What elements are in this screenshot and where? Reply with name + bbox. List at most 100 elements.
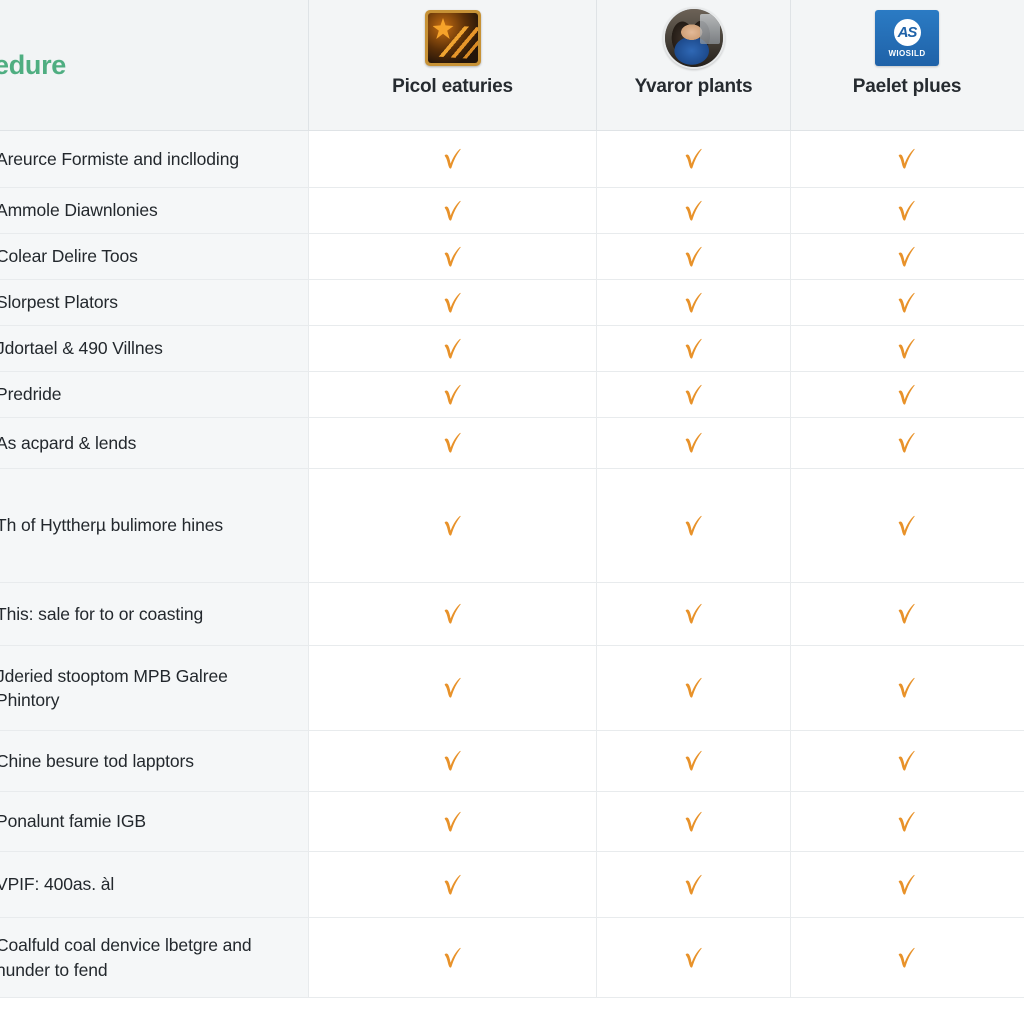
row-label-cell: Coalfuld coal denvice lbetgre and hunder… — [0, 918, 308, 997]
check-mark-icon — [685, 148, 702, 169]
feature-cell — [308, 234, 596, 279]
feature-cell — [790, 469, 1023, 582]
check-mark-icon — [898, 246, 915, 267]
table-row: Colear Delire Toos — [0, 234, 1024, 280]
feature-cell — [308, 188, 596, 233]
column-header-label-1: Picol eaturies — [392, 76, 513, 97]
feature-cell — [308, 326, 596, 371]
feature-cell — [596, 469, 790, 582]
feature-cell — [308, 418, 596, 468]
feature-cell — [790, 731, 1023, 791]
check-mark-icon — [444, 515, 461, 536]
row-label-cell: This: sale for to or coasting — [0, 583, 308, 645]
feature-cell — [308, 852, 596, 917]
check-mark-icon — [685, 292, 702, 313]
feature-cell — [596, 131, 790, 187]
feature-cell — [308, 469, 596, 582]
row-label-cell: Colear Delire Toos — [0, 234, 308, 279]
check-mark-icon — [444, 292, 461, 313]
feature-cell — [596, 792, 790, 851]
check-mark-icon — [685, 338, 702, 359]
table-row: As acpard & lends — [0, 418, 1024, 469]
feature-cell — [790, 646, 1023, 730]
table-row: Ammole Diawnlonies — [0, 188, 1024, 234]
feature-cell — [790, 234, 1023, 279]
check-mark-icon — [685, 677, 702, 698]
check-mark-icon — [898, 432, 915, 453]
feature-cell — [308, 918, 596, 997]
check-mark-icon — [444, 603, 461, 624]
check-mark-icon — [685, 874, 702, 895]
check-mark-icon — [898, 384, 915, 405]
header-cell-column-1[interactable]: Picol eaturies — [308, 0, 596, 130]
brand-logo-monogram: AS — [893, 18, 921, 46]
row-label: Colear Delire Toos — [0, 246, 138, 267]
table-row: Ponalunt famie IGB — [0, 792, 1024, 852]
check-mark-icon — [685, 432, 702, 453]
feature-cell — [596, 852, 790, 917]
feature-cell — [790, 131, 1023, 187]
feature-cell — [596, 918, 790, 997]
person-avatar-icon — [662, 6, 726, 70]
feature-cell — [308, 731, 596, 791]
feature-cell — [790, 792, 1023, 851]
check-mark-icon — [444, 338, 461, 359]
table-row: VPIF: 400as. àl — [0, 852, 1024, 918]
row-label-cell: VPIF: 400as. àl — [0, 852, 308, 917]
row-label-cell: As acpard & lends — [0, 418, 308, 468]
feature-cell — [308, 792, 596, 851]
column-header-label-3: Paelet plues — [852, 76, 962, 97]
check-mark-icon — [444, 947, 461, 968]
brand-logo-icon: AS WIOSILD — [875, 6, 939, 70]
row-label: Ammole Diawnlonies — [0, 200, 158, 221]
check-mark-icon — [685, 603, 702, 624]
check-mark-icon — [444, 750, 461, 771]
row-label: As acpard & lends — [0, 432, 137, 453]
row-label: Jderied stooptom MPB Galree Phintory — [0, 665, 228, 710]
row-label-cell: Areurce Formiste and inclloding — [0, 131, 308, 187]
check-mark-icon — [898, 811, 915, 832]
check-mark-icon — [898, 338, 915, 359]
row-label: Th of Hyttherµ bulimore hines — [0, 515, 224, 536]
table-row: Jdortael & 490 Villnes — [0, 326, 1024, 372]
feature-cell — [596, 326, 790, 371]
check-mark-icon — [898, 750, 915, 771]
feature-cell — [790, 583, 1023, 645]
check-mark-icon — [685, 384, 702, 405]
feature-cell — [790, 280, 1023, 325]
comparison-table: edure Picol eaturies Yvaror plants AS WI… — [0, 0, 1024, 1024]
check-mark-icon — [685, 811, 702, 832]
check-mark-icon — [444, 200, 461, 221]
row-label: Chine besure tod lapptors — [0, 750, 194, 771]
table-row: Predride — [0, 372, 1024, 418]
row-label-cell: Jdortael & 490 Villnes — [0, 326, 308, 371]
row-label-cell: Predride — [0, 372, 308, 417]
header-cell-column-2[interactable]: Yvaror plants — [596, 0, 790, 130]
feature-cell — [596, 583, 790, 645]
check-mark-icon — [444, 432, 461, 453]
header-cell-section-title: edure — [0, 0, 308, 130]
feature-cell — [308, 646, 596, 730]
row-label-cell: Ammole Diawnlonies — [0, 188, 308, 233]
row-label: Predride — [0, 384, 62, 405]
check-mark-icon — [898, 200, 915, 221]
row-label-cell: Slorpest Plators — [0, 280, 308, 325]
table-row: This: sale for to or coasting — [0, 583, 1024, 646]
check-mark-icon — [685, 246, 702, 267]
check-mark-icon — [898, 947, 915, 968]
row-label: VPIF: 400as. àl — [0, 874, 115, 895]
row-label-cell: Ponalunt famie IGB — [0, 792, 308, 851]
table-row: Th of Hyttherµ bulimore hines — [0, 469, 1024, 583]
brand-logo-wordmark: WIOSILD — [888, 48, 926, 58]
page-title: edure — [0, 49, 67, 80]
row-label-cell: Th of Hyttherµ bulimore hines — [0, 469, 308, 582]
feature-cell — [308, 372, 596, 417]
check-mark-icon — [898, 677, 915, 698]
row-label: Ponalunt famie IGB — [0, 811, 146, 832]
column-header-label-2: Yvaror plants — [634, 76, 753, 97]
table-header-row: edure Picol eaturies Yvaror plants AS WI… — [0, 0, 1024, 131]
check-mark-icon — [444, 874, 461, 895]
game-badge-icon — [421, 6, 485, 70]
feature-cell — [790, 918, 1023, 997]
header-cell-column-3[interactable]: AS WIOSILD Paelet plues — [790, 0, 1023, 130]
